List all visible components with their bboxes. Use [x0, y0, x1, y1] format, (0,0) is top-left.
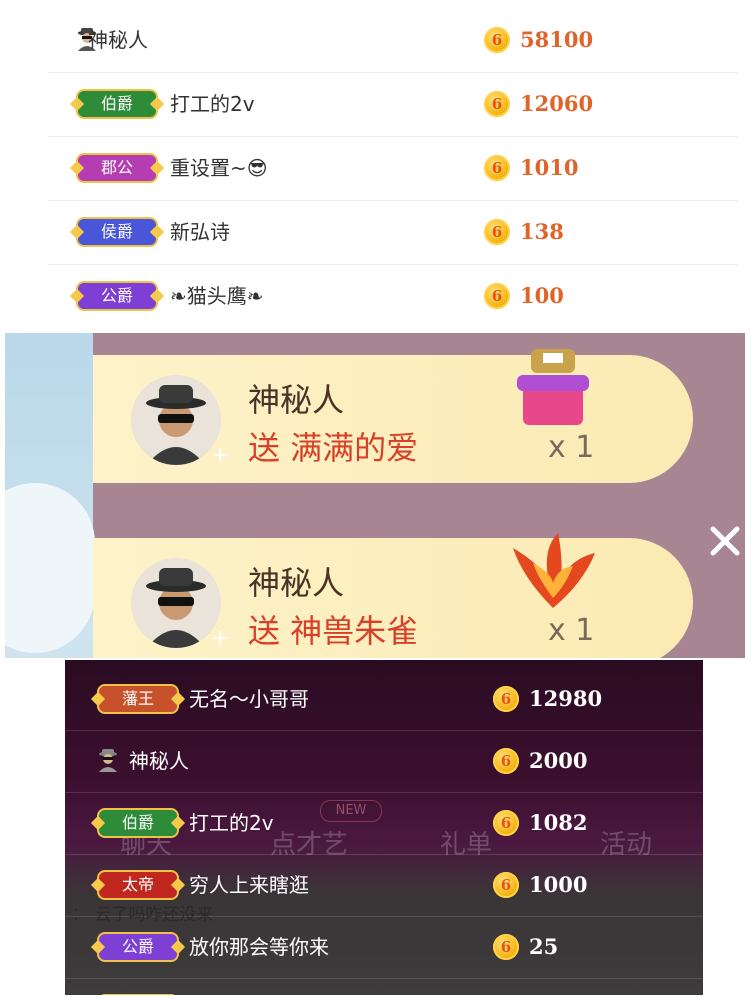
leaderboard-row[interactable]: [65, 978, 703, 995]
score: 58100: [520, 27, 594, 52]
score: 138: [520, 219, 564, 244]
leaderboard-row[interactable]: 藩王 无名～小哥哥 6 12980: [65, 668, 703, 731]
rank-badge: 伯爵: [97, 808, 179, 838]
spy-icon: [146, 568, 206, 648]
score: 12060: [520, 91, 594, 116]
score: 25: [529, 934, 559, 959]
gift-text: 送 神兽朱雀: [248, 612, 419, 650]
rank-badge: [97, 994, 179, 995]
user-name: 神秘人: [88, 28, 148, 52]
gift-quantity: x 1: [548, 430, 595, 465]
coin-icon: 6: [484, 219, 510, 245]
avatar: [131, 558, 221, 648]
user-name: ❧猫头鹰❧: [170, 284, 264, 308]
score: 1010: [520, 155, 579, 180]
coin-icon: 6: [484, 155, 510, 181]
score: 100: [520, 283, 564, 308]
close-icon[interactable]: [707, 523, 743, 559]
leaderboard-row[interactable]: 公爵 放你那会等你来 6 25: [65, 916, 703, 979]
score: 2000: [529, 748, 588, 773]
chat-message: ： 云了吗咋还没来: [72, 905, 214, 925]
coin-icon: 6: [484, 91, 510, 117]
gift-notification: + 神秘人 送 满满的爱 x 1: [93, 349, 693, 483]
bottom-leaderboard-panel: 聊天 点才艺 礼单 活动 NEW 藩王 无名～小哥哥 6 12980 神秘人 6…: [65, 660, 703, 995]
user-name: 新弘诗: [170, 220, 230, 244]
sender-name: 神秘人: [248, 564, 345, 602]
top-leaderboard-panel: 神秘人 6 58100 伯爵 打工的2v 6 12060 郡公 重设置~😎 6 …: [0, 0, 750, 333]
score: 1000: [529, 872, 588, 897]
gift-box-icon: [517, 349, 589, 425]
user-name: 放你那会等你来: [189, 935, 329, 959]
spy-icon: [146, 385, 206, 465]
rank-badge: 侯爵: [76, 217, 158, 247]
coin-icon: 6: [484, 283, 510, 309]
leaderboard-row[interactable]: 侯爵 新弘诗 6 138: [48, 200, 738, 265]
coin-icon: 6: [493, 810, 519, 836]
user-name: 神秘人: [129, 749, 189, 773]
coin-icon: 6: [484, 27, 510, 53]
leaderboard-row[interactable]: 郡公 重设置~😎 6 1010: [48, 136, 738, 201]
rank-badge: 郡公: [76, 153, 158, 183]
rank-badge: 太帝: [97, 870, 179, 900]
leaderboard-row[interactable]: 神秘人 6 58100: [48, 8, 738, 73]
leaderboard-row[interactable]: 伯爵 打工的2v 6 12060: [48, 72, 738, 137]
score: 1082: [529, 810, 588, 835]
leaderboard-row[interactable]: 伯爵 打工的2v 6 1082: [65, 792, 703, 855]
user-name: 打工的2v: [170, 92, 255, 116]
coin-icon: 6: [493, 686, 519, 712]
leaderboard-row[interactable]: 公爵 ❧猫头鹰❧ 6 100: [48, 264, 738, 328]
score: 12980: [529, 686, 603, 711]
spy-icon: [99, 749, 117, 772]
gift-text: 送 满满的爱: [248, 429, 419, 467]
coin-icon: 6: [493, 748, 519, 774]
phoenix-icon: [513, 533, 595, 608]
sender-name: 神秘人: [248, 381, 345, 419]
user-name: 无名～小哥哥: [189, 687, 309, 711]
user-name: 打工的2v: [189, 811, 274, 835]
cloud-decoration: [5, 483, 95, 653]
gift-notification: + 神秘人 送 神兽朱雀 x 1: [93, 533, 693, 658]
sparkle-icon: +: [211, 626, 230, 651]
rank-badge: 伯爵: [76, 89, 158, 119]
gift-notification-panel: + 神秘人 送 满满的爱 x 1 + 神秘人 送 神兽朱雀 x 1: [5, 333, 745, 658]
user-name: 重设置~😎: [170, 156, 268, 180]
avatar: [131, 375, 221, 465]
leaderboard-row[interactable]: 神秘人 6 2000: [65, 730, 703, 793]
rank-badge: 公爵: [97, 932, 179, 962]
gift-quantity: x 1: [548, 613, 595, 648]
sparkle-icon: +: [211, 443, 230, 468]
coin-icon: 6: [493, 872, 519, 898]
coin-icon: 6: [493, 934, 519, 960]
rank-badge: 藩王: [97, 684, 179, 714]
rank-badge: 公爵: [76, 281, 158, 311]
